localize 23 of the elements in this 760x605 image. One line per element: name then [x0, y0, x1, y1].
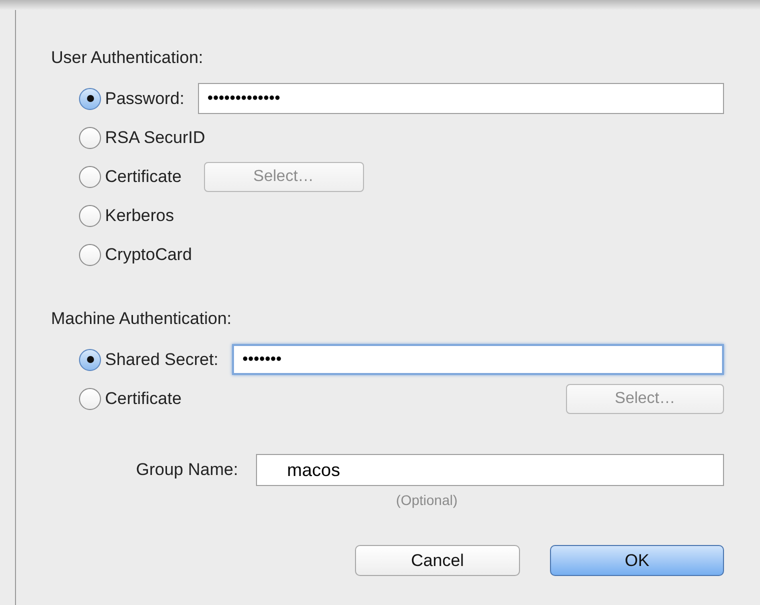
secret-field[interactable]: ••••••• [232, 344, 724, 375]
option-label: Kerberos [105, 204, 174, 227]
ok-button[interactable]: OK [550, 545, 724, 576]
radio-button[interactable] [79, 166, 101, 188]
option-label: Certificate [105, 166, 182, 188]
section-heading: Machine Authentication: [51, 308, 233, 330]
cancel-button[interactable]: Cancel [355, 545, 520, 576]
radio-button[interactable] [79, 244, 101, 266]
group-name-field[interactable]: macos [256, 454, 724, 486]
option-label: RSA SecurID [105, 126, 206, 149]
option-label: Certificate [105, 388, 182, 410]
option-label: CryptoCard [105, 244, 192, 266]
radio-button[interactable] [79, 88, 101, 110]
radio-button[interactable] [79, 388, 101, 410]
option-label: Shared Secret: [105, 348, 218, 371]
optional-hint: (Optional) [396, 491, 458, 510]
option-label: Password: [105, 88, 184, 110]
secret-field[interactable]: ••••••••••••• [198, 83, 724, 114]
radio-button[interactable] [79, 126, 101, 148]
group-name-label: Group Name: [136, 459, 238, 481]
section-heading: User Authentication: [51, 47, 204, 69]
radio-button[interactable] [79, 348, 101, 370]
radio-button[interactable] [79, 204, 101, 226]
